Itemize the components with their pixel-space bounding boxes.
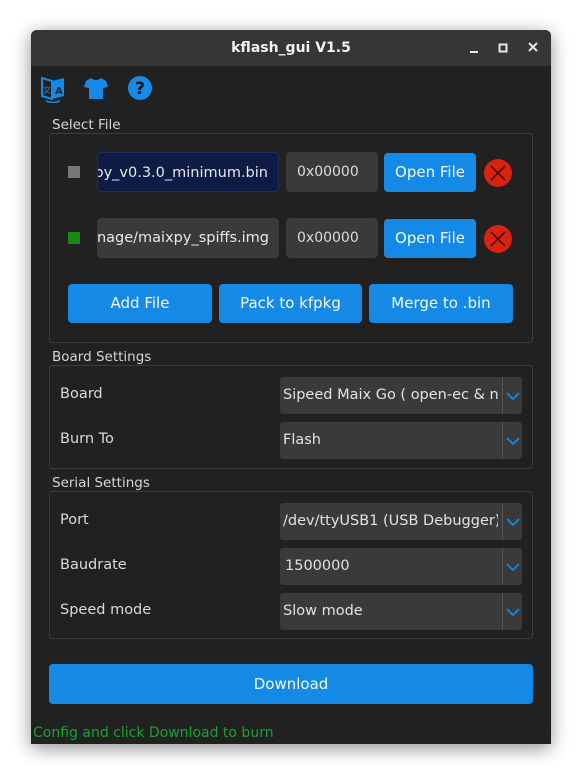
baudrate-select[interactable]: 1500000 — [280, 548, 522, 585]
burn-to-label: Burn To — [60, 431, 114, 447]
add-file-button[interactable]: Add File — [68, 284, 212, 323]
chevron-down-icon — [506, 608, 520, 617]
combo-separator — [502, 377, 503, 414]
board-settings-title: Board Settings — [52, 349, 152, 365]
file-1-delete-button[interactable] — [484, 159, 512, 187]
burn-to-select-value: Flash — [283, 432, 321, 448]
port-label: Port — [60, 512, 89, 528]
serial-settings-group: Port /dev/ttyUSB1 (USB Debugger) Baudrat… — [49, 491, 533, 639]
help-icon: ? — [128, 76, 152, 100]
burn-to-select[interactable]: Flash — [280, 422, 522, 459]
board-select[interactable]: Sipeed Maix Go ( open-ec & ne — [280, 377, 522, 414]
svg-text:文: 文 — [43, 85, 51, 95]
file-1-path: kpy_v0.3.0_minimum.bin — [97, 165, 268, 181]
chevron-down-icon — [506, 392, 520, 401]
select-file-group: kpy_v0.3.0_minimum.bin 0x00000 Open File… — [49, 133, 533, 343]
svg-text:A: A — [55, 86, 63, 97]
file-2-path: nage/maixpy_spiffs.img — [97, 230, 269, 246]
port-select[interactable]: /dev/ttyUSB1 (USB Debugger) — [280, 503, 522, 540]
speed-mode-select-value: Slow mode — [283, 603, 363, 619]
status-text: Config and click Download to burn — [33, 725, 274, 741]
port-select-value: /dev/ttyUSB1 (USB Debugger) — [283, 513, 498, 529]
close-button[interactable] — [524, 38, 544, 58]
delete-icon — [484, 225, 512, 253]
combo-separator — [502, 548, 503, 585]
baudrate-select-value: 1500000 — [285, 558, 350, 574]
pack-to-kfpkg-button[interactable]: Pack to kfpkg — [219, 284, 362, 323]
board-select-value: Sipeed Maix Go ( open-ec & ne — [283, 387, 498, 403]
board-settings-group: Board Sipeed Maix Go ( open-ec & ne Burn… — [49, 365, 533, 469]
serial-settings-title: Serial Settings — [52, 475, 150, 491]
baudrate-label: Baudrate — [60, 557, 127, 573]
download-button[interactable]: Download — [49, 664, 533, 704]
app-window: kflash_gui V1.5 A 文 ? Select File kpy_v0… — [31, 30, 551, 744]
help-button[interactable]: ? — [127, 75, 153, 101]
language-icon: A 文 — [41, 76, 64, 104]
chevron-down-icon — [506, 518, 520, 527]
file-1-address-field[interactable]: 0x00000 — [286, 152, 378, 192]
close-icon — [528, 42, 538, 52]
chevron-down-icon — [506, 437, 520, 446]
board-label: Board — [60, 386, 103, 402]
select-file-title: Select File — [52, 117, 121, 133]
file-1-enable-checkbox[interactable] — [68, 166, 80, 178]
delete-icon — [484, 159, 512, 187]
file-2-address-field[interactable]: 0x00000 — [286, 218, 378, 258]
file-2-path-field[interactable]: nage/maixpy_spiffs.img — [97, 218, 279, 258]
file-2-enable-checkbox[interactable] — [68, 232, 80, 244]
skin-button[interactable] — [83, 75, 109, 101]
chevron-down-icon — [506, 563, 520, 572]
file-2-open-file-button[interactable]: Open File — [384, 219, 476, 258]
maximize-button[interactable] — [494, 38, 514, 58]
combo-separator — [502, 593, 503, 630]
maximize-icon — [498, 43, 508, 53]
minimize-button[interactable] — [465, 38, 485, 58]
file-1-open-file-button[interactable]: Open File — [384, 153, 476, 192]
combo-separator — [502, 422, 503, 459]
title-bar[interactable]: kflash_gui V1.5 — [31, 30, 551, 66]
speed-mode-select[interactable]: Slow mode — [280, 593, 522, 630]
speed-mode-label: Speed mode — [60, 602, 152, 618]
minimize-icon — [470, 51, 478, 53]
file-1-path-field[interactable]: kpy_v0.3.0_minimum.bin — [97, 152, 279, 192]
language-button[interactable]: A 文 — [40, 75, 66, 104]
tshirt-icon — [84, 78, 108, 99]
svg-text:?: ? — [135, 79, 145, 99]
combo-separator — [502, 503, 503, 540]
file-2-delete-button[interactable] — [484, 225, 512, 253]
merge-to-bin-button[interactable]: Merge to .bin — [369, 284, 513, 323]
